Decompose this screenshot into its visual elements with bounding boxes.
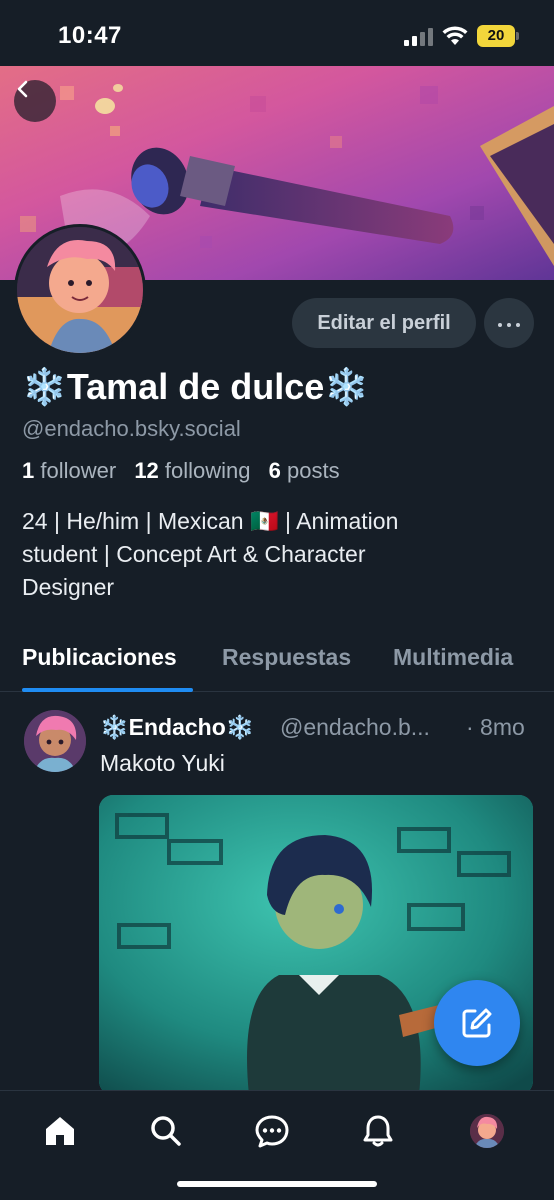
chat-icon [255, 1115, 289, 1148]
ellipsis-icon [496, 314, 523, 332]
post-author-handle[interactable]: @endacho.b... [280, 714, 430, 741]
avatar-image [17, 227, 143, 353]
profile-handle: @endacho.bsky.social [22, 416, 241, 441]
posts-count: 6 [268, 458, 281, 483]
status-time: 10:47 [58, 22, 122, 49]
post-avatar-image [24, 710, 86, 772]
nav-profile[interactable] [465, 1109, 509, 1153]
tab-multimedia[interactable]: Multimedia [393, 644, 513, 671]
bio-line: student | Concept Art & Character [22, 541, 366, 567]
post-timestamp: · 8mo [466, 714, 525, 740]
profile-avatar[interactable] [14, 224, 146, 356]
profile-bio: 24 | He/him | Mexican 🇲🇽 | Animation stu… [22, 505, 522, 604]
tab-publicaciones[interactable]: Publicaciones [22, 644, 177, 671]
nav-search[interactable] [144, 1109, 188, 1153]
nav-chat[interactable] [250, 1109, 294, 1153]
cellular-signal-icon [404, 28, 434, 46]
active-tab-indicator [22, 688, 193, 692]
followers-count: 1 [22, 458, 35, 483]
more-options-button[interactable] [484, 298, 534, 348]
following-link[interactable]: 12 following [134, 458, 250, 483]
bio-line: Designer [22, 574, 115, 600]
compose-button[interactable] [434, 980, 520, 1066]
compose-icon [462, 1008, 492, 1038]
posts-stat: 6 posts [269, 458, 340, 483]
profile-display-name: ❄️Tamal de dulce❄️ [22, 366, 370, 407]
bio-line: 24 | He/him | Mexican 🇲🇽 | Animation [22, 508, 399, 534]
post-author-name[interactable]: ❄️Endacho❄️ [100, 714, 254, 741]
home-indicator [177, 1181, 377, 1187]
following-label: following [164, 458, 251, 483]
posts-label: posts [287, 458, 340, 483]
wifi-icon [442, 26, 468, 45]
tab-respuestas[interactable]: Respuestas [222, 644, 351, 671]
following-count: 12 [134, 458, 159, 483]
post-author-avatar[interactable] [24, 710, 86, 772]
chevron-left-icon [17, 80, 28, 98]
profile-tabs: Publicaciones Respuestas Multimedia [0, 636, 554, 692]
status-bar: 10:47 20 [0, 0, 554, 66]
battery-indicator: 20 [477, 25, 519, 47]
followers-label: follower [40, 458, 117, 483]
profile-stats: 1 follower 12 following 6 posts [22, 458, 340, 484]
nav-notifications[interactable] [356, 1109, 400, 1153]
edit-profile-button[interactable]: Editar el perfil [292, 298, 476, 348]
back-button[interactable] [14, 80, 56, 122]
home-icon [46, 1117, 74, 1145]
search-icon [151, 1116, 181, 1146]
post-text: Makoto Yuki [100, 750, 225, 776]
nav-profile-avatar [470, 1114, 504, 1148]
bell-icon [363, 1115, 393, 1147]
nav-avatar-image [470, 1114, 504, 1148]
followers-link[interactable]: 1 follower [22, 458, 116, 483]
nav-home[interactable] [38, 1109, 82, 1153]
